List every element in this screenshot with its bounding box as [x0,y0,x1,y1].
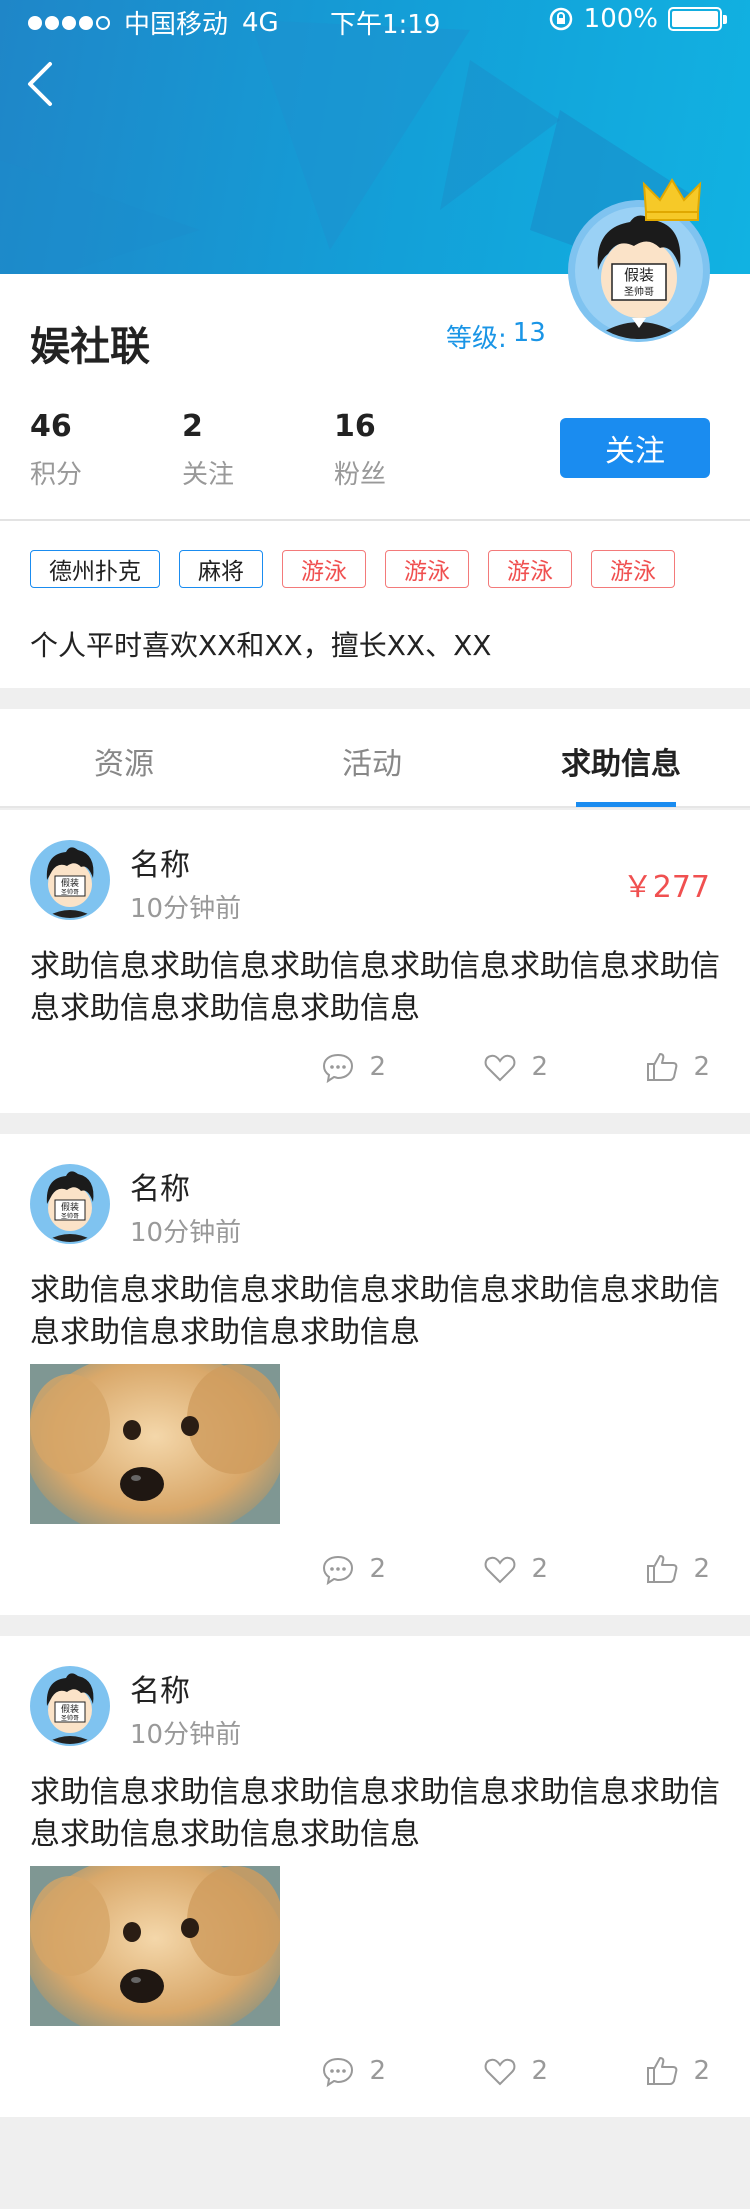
rotation-lock-icon [549,7,572,31]
like-button[interactable]: 2 [426,1050,588,1084]
thumbs-up-icon [647,1555,678,1583]
comment-count: 2 [369,2056,386,2086]
post-time: 10分钟前 [130,894,242,924]
comment-button[interactable]: 2 [264,1050,426,1084]
avatar[interactable]: 假装 圣帅哥 [30,1164,110,1244]
status-bar: 中国移动 4G 下午1:19 100% [0,0,750,40]
post-text[interactable]: 求助信息求助信息求助信息求助信息求助信息求助信息求助信息求助信息求助信息 [30,1270,720,1354]
post-card[interactable]: 假装 圣帅哥 名称 10分钟前 求助信息求助信息求助信息求助信息求助信息求助信息… [0,1134,750,1615]
clock: 下午1:19 [330,10,441,40]
stat-label: 关注 [182,460,235,490]
avatar-text-1: 假装 [61,1703,79,1715]
level-label: 等级: [446,324,507,354]
avatar-text-2: 圣帅哥 [61,1212,79,1220]
stat-fans[interactable]: 16 粉丝 [334,409,454,491]
post-actions: 2 2 2 [264,1050,750,1084]
comment-button[interactable]: 2 [264,1552,426,1586]
comment-icon [323,1555,354,1586]
avatar-text-1: 假装 [624,266,654,284]
post-actions: 2 2 2 [264,2054,750,2088]
signal-icon [28,15,110,30]
profile-name: 娱社联 [30,324,150,370]
crown-icon [642,178,702,221]
level-value: 13 [512,318,546,348]
avatar-text-2: 圣帅哥 [61,1714,79,1722]
battery-icon [668,7,727,31]
avatar[interactable]: 假装 圣帅哥 [30,1666,110,1746]
comment-icon [323,2057,354,2088]
thumbs-up-count: 2 [693,1052,710,1082]
comment-icon [323,1053,354,1084]
tag[interactable]: 游泳 [282,550,366,588]
heart-icon [485,2058,516,2086]
comment-button[interactable]: 2 [264,2054,426,2088]
tag[interactable]: 游泳 [591,550,675,588]
post-author[interactable]: 名称 [130,1164,190,1208]
stat-label: 粉丝 [334,460,387,490]
post-time: 10分钟前 [130,1720,242,1750]
tag[interactable]: 游泳 [385,550,469,588]
level-info: 等级: 13 [446,318,546,355]
tag[interactable]: 麻将 [179,550,263,588]
stat-points[interactable]: 46 积分 [30,409,150,491]
tab-bar: 资源 活动 求助信息 [0,709,750,808]
like-count: 2 [531,1554,548,1584]
post-author[interactable]: 名称 [130,840,190,884]
tag[interactable]: 游泳 [488,550,572,588]
back-icon[interactable] [22,56,62,112]
like-count: 2 [531,2056,548,2086]
carrier-name: 中国移动 [124,10,229,40]
tab-indicator [576,802,676,807]
post-actions: 2 2 2 [264,1552,750,1586]
like-count: 2 [531,1052,548,1082]
tab-activities[interactable]: 活动 [342,739,402,783]
post-time: 10分钟前 [130,1218,242,1248]
tag[interactable]: 德州扑克 [30,550,160,588]
post-image[interactable] [30,1364,280,1524]
like-button[interactable]: 2 [426,1552,588,1586]
network-type: 4G [242,7,279,38]
thumbs-up-count: 2 [693,2056,710,2086]
avatar-text-1: 假装 [61,877,79,889]
avatar-text-2: 圣帅哥 [624,285,654,298]
stat-label: 积分 [30,460,83,490]
post-card[interactable]: 假装 圣帅哥 名称 10分钟前 ￥277 求助信息求助信息求助信息求助信息求助信… [0,810,750,1113]
post-card[interactable]: 假装 圣帅哥 名称 10分钟前 求助信息求助信息求助信息求助信息求助信息求助信息… [0,1636,750,2117]
comment-count: 2 [369,1554,386,1584]
avatar-text-2: 圣帅哥 [61,888,79,896]
comment-count: 2 [369,1052,386,1082]
avatar-text-1: 假装 [61,1201,79,1213]
follow-button[interactable]: 关注 [560,418,710,478]
stat-value: 46 [30,409,72,444]
post-text[interactable]: 求助信息求助信息求助信息求助信息求助信息求助信息求助信息求助信息求助信息 [30,946,720,1030]
tab-resources[interactable]: 资源 [94,739,154,783]
thumbs-up-count: 2 [693,1554,710,1584]
thumbs-up-button[interactable]: 2 [588,2054,750,2088]
stat-following[interactable]: 2 关注 [182,409,302,491]
like-button[interactable]: 2 [426,2054,588,2088]
avatar[interactable]: 假装 圣帅哥 [30,840,110,920]
thumbs-up-button[interactable]: 2 [588,1050,750,1084]
heart-icon [485,1556,516,1584]
post-author[interactable]: 名称 [130,1666,190,1710]
tab-help-info[interactable]: 求助信息 [561,739,681,783]
heart-icon [485,1054,516,1082]
thumbs-up-icon [647,1053,678,1081]
post-image[interactable] [30,1866,280,2026]
stat-value: 2 [182,409,203,444]
profile-bio: 个人平时喜欢XX和XX，擅长XX、XX [30,629,492,662]
post-text[interactable]: 求助信息求助信息求助信息求助信息求助信息求助信息求助信息求助信息求助信息 [30,1772,720,1856]
stat-value: 16 [334,409,376,444]
tag-list: 德州扑克 麻将 游泳 游泳 游泳 游泳 [30,550,675,588]
divider [0,519,750,521]
thumbs-up-icon [647,2057,678,2085]
thumbs-up-button[interactable]: 2 [588,1552,750,1586]
post-price: ￥277 [622,870,710,905]
battery-percent: 100% [583,4,658,34]
